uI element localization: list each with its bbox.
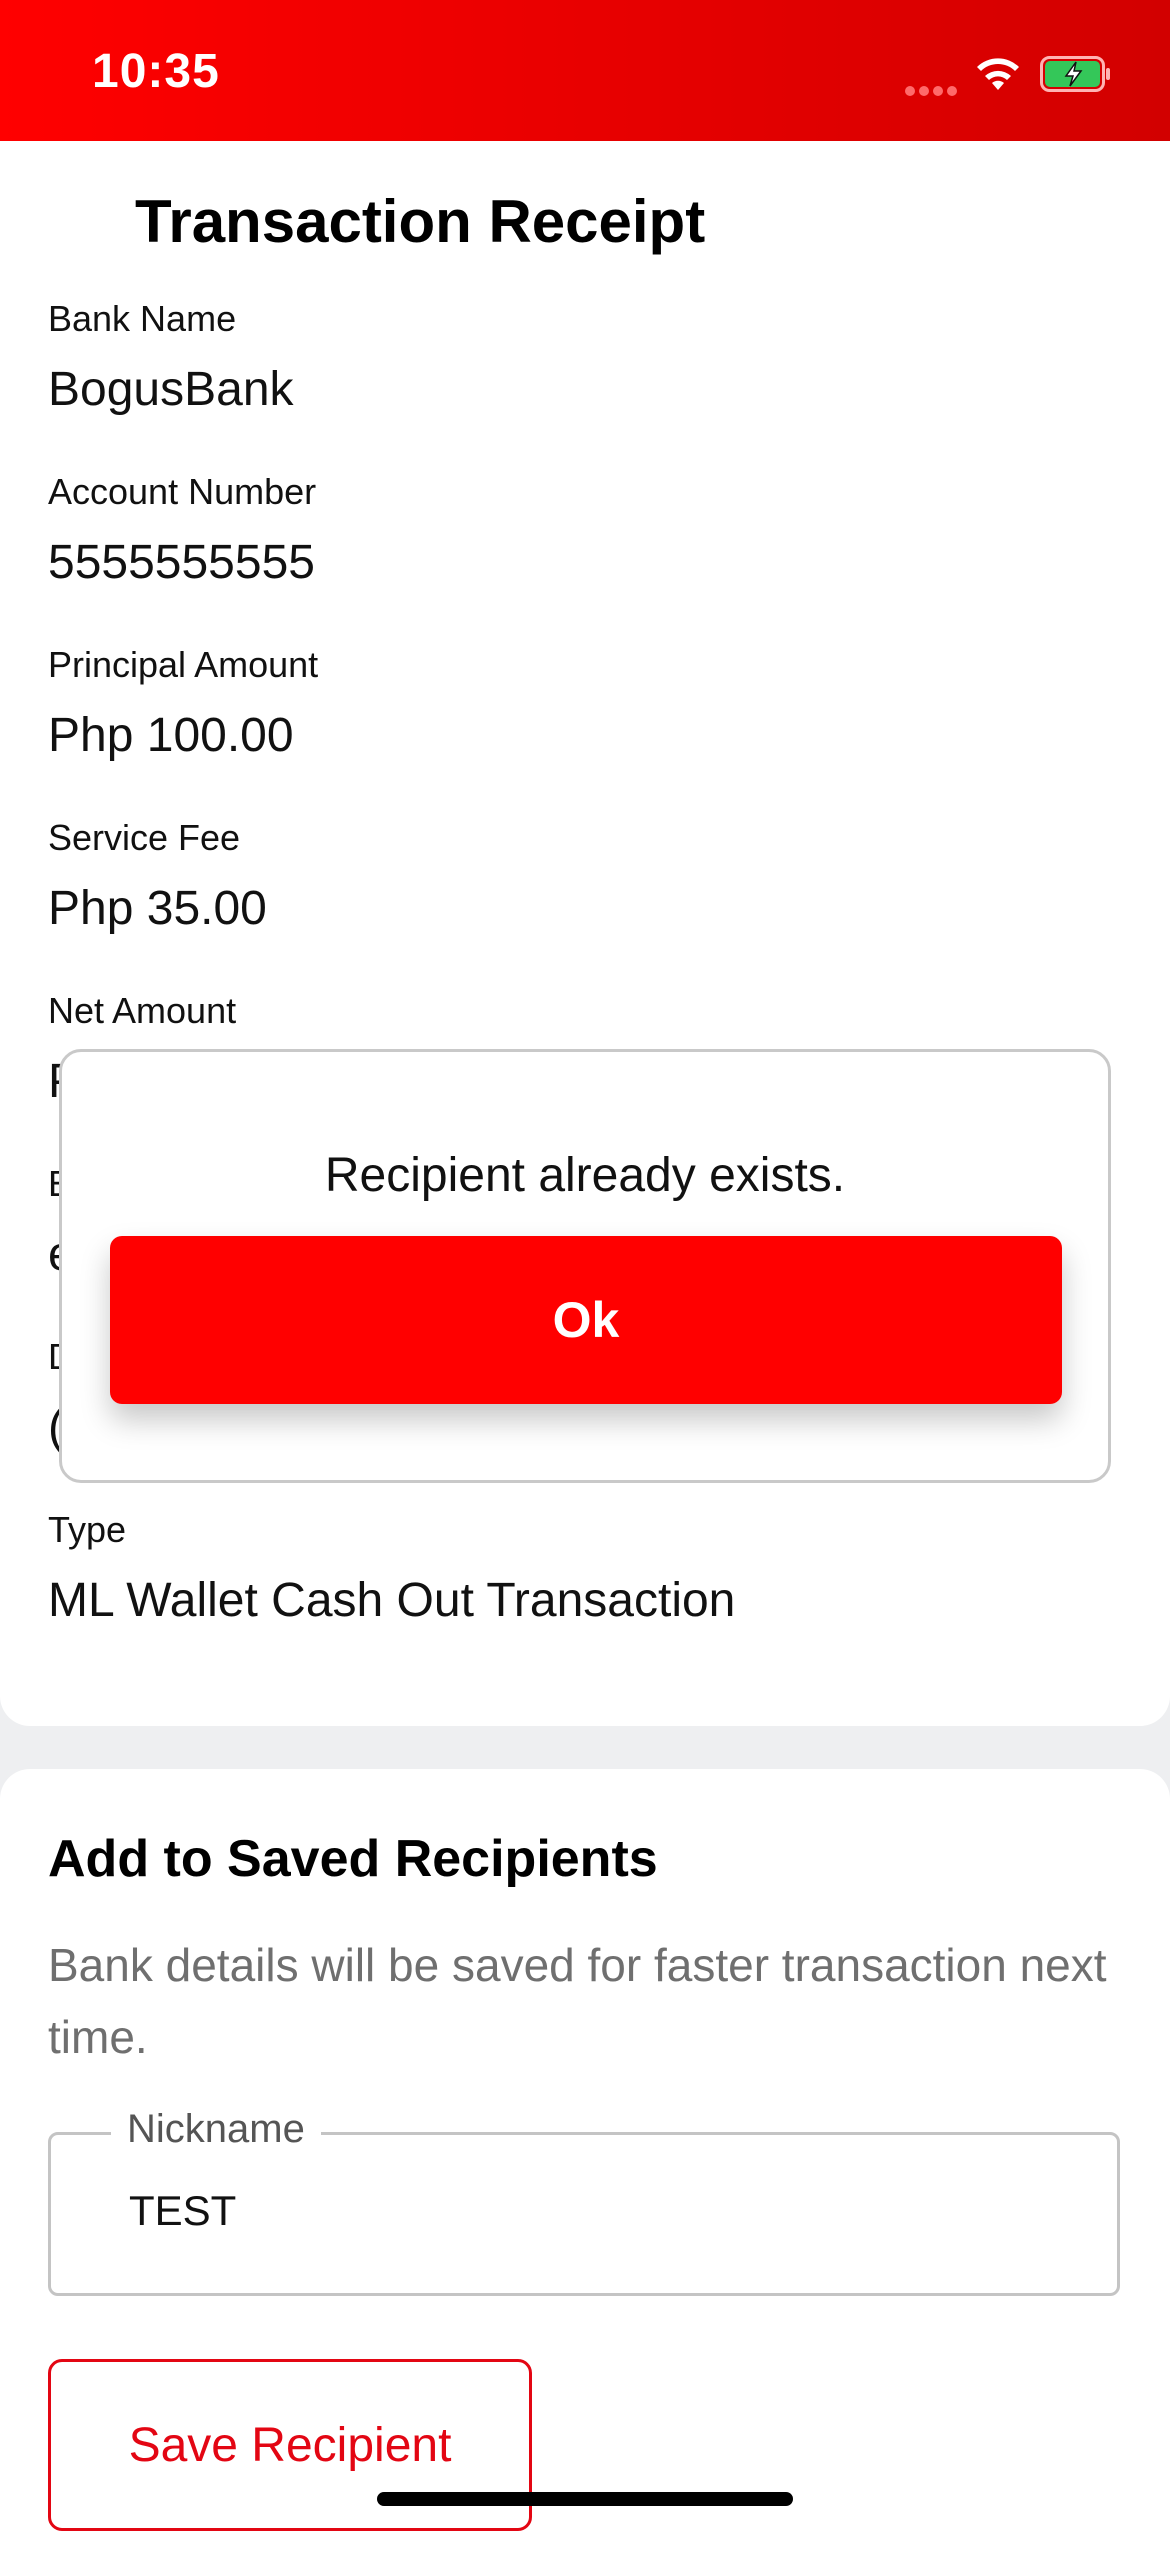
field-label: Net Amount [48,990,237,1031]
field-label: Bank Name [48,298,237,339]
field-label: Principal Amount [48,644,319,685]
section-title: Add to Saved Recipients [48,1830,658,1888]
battery-charging-icon [1040,56,1110,92]
alert-dialog: Recipient already exists. Ok [59,1049,1111,1483]
receipt-card: Transaction Receipt Bank Name BogusBank … [0,141,1170,1726]
field-principal-amount: Principal Amount Php 100.00 [48,644,318,763]
field-value: 5555555555 [48,536,315,589]
field-bank-name: Bank Name BogusBank [48,298,294,417]
alert-message: Recipient already exists. [324,1149,846,1202]
nickname-label: Nickname [111,2107,321,2152]
field-value: Php 100.00 [48,709,294,762]
field-type: Type ML Wallet Cash Out Transaction [48,1509,735,1628]
ok-button[interactable]: Ok [110,1236,1062,1404]
saved-recipients-card: Add to Saved Recipients Bank details wil… [0,1769,1170,2569]
field-service-fee: Service Fee Php 35.00 [48,817,267,936]
signal-icon [905,83,965,96]
section-description: Bank details will be saved for faster tr… [48,1939,1107,2063]
wifi-icon [977,58,1019,90]
field-label: Service Fee [48,817,241,858]
field-account-number: Account Number 5555555555 [48,471,316,590]
page-title: Transaction Receipt [135,188,706,255]
home-indicator [377,2492,793,2506]
nickname-input[interactable] [129,2187,1029,2235]
field-value: Php 35.00 [48,882,267,935]
field-value: BogusBank [48,363,294,416]
field-value: ML Wallet Cash Out Transaction [48,1574,736,1627]
field-label: Type [48,1509,127,1550]
status-time: 10:35 [92,45,220,98]
nickname-field[interactable]: Nickname [48,2107,1120,2296]
field-label: Account Number [48,471,317,512]
status-bar: 10:35 [0,0,1170,141]
